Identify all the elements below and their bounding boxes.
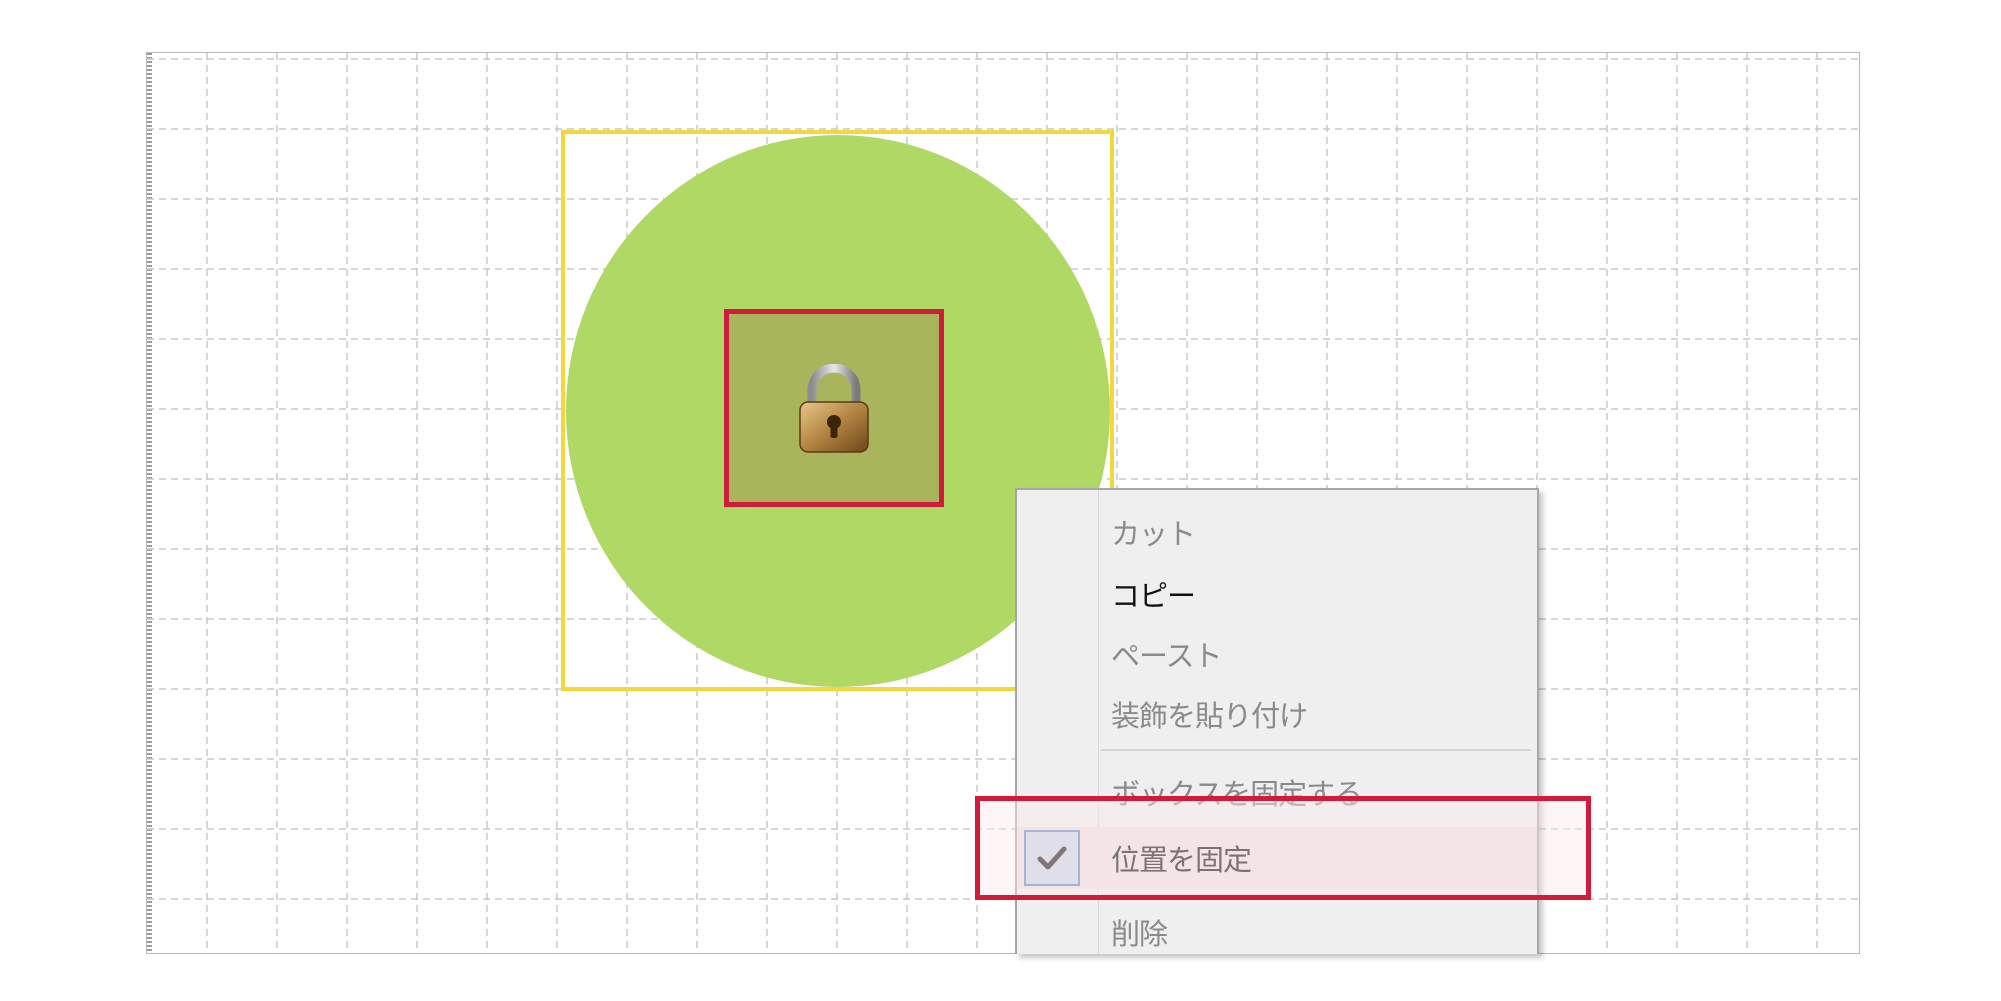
menu-item-highlight-frame [975, 796, 1591, 900]
menu-item-label: コピー [1111, 579, 1196, 613]
menu-item-label: カット [1111, 517, 1196, 551]
menu-item-label: 削除 [1111, 917, 1168, 951]
menu-item-label: 装飾を貼り付け [1111, 699, 1308, 733]
screenshot-root: カット コピー ペースト 装飾を貼り付け ボックスを固定する 位置を固定 削除 [0, 0, 2001, 1001]
menu-item-label: ペースト [1111, 639, 1223, 673]
menu-item-cut[interactable]: カット [1017, 502, 1537, 562]
menu-item-delete[interactable]: 削除 [1017, 902, 1537, 954]
menu-item-paste-style[interactable]: 装飾を貼り付け [1017, 684, 1537, 744]
menu-item-copy[interactable]: コピー [1017, 564, 1537, 624]
menu-separator [1101, 749, 1531, 751]
padlock-icon[interactable] [794, 364, 874, 456]
menu-item-paste[interactable]: ペースト [1017, 624, 1537, 684]
